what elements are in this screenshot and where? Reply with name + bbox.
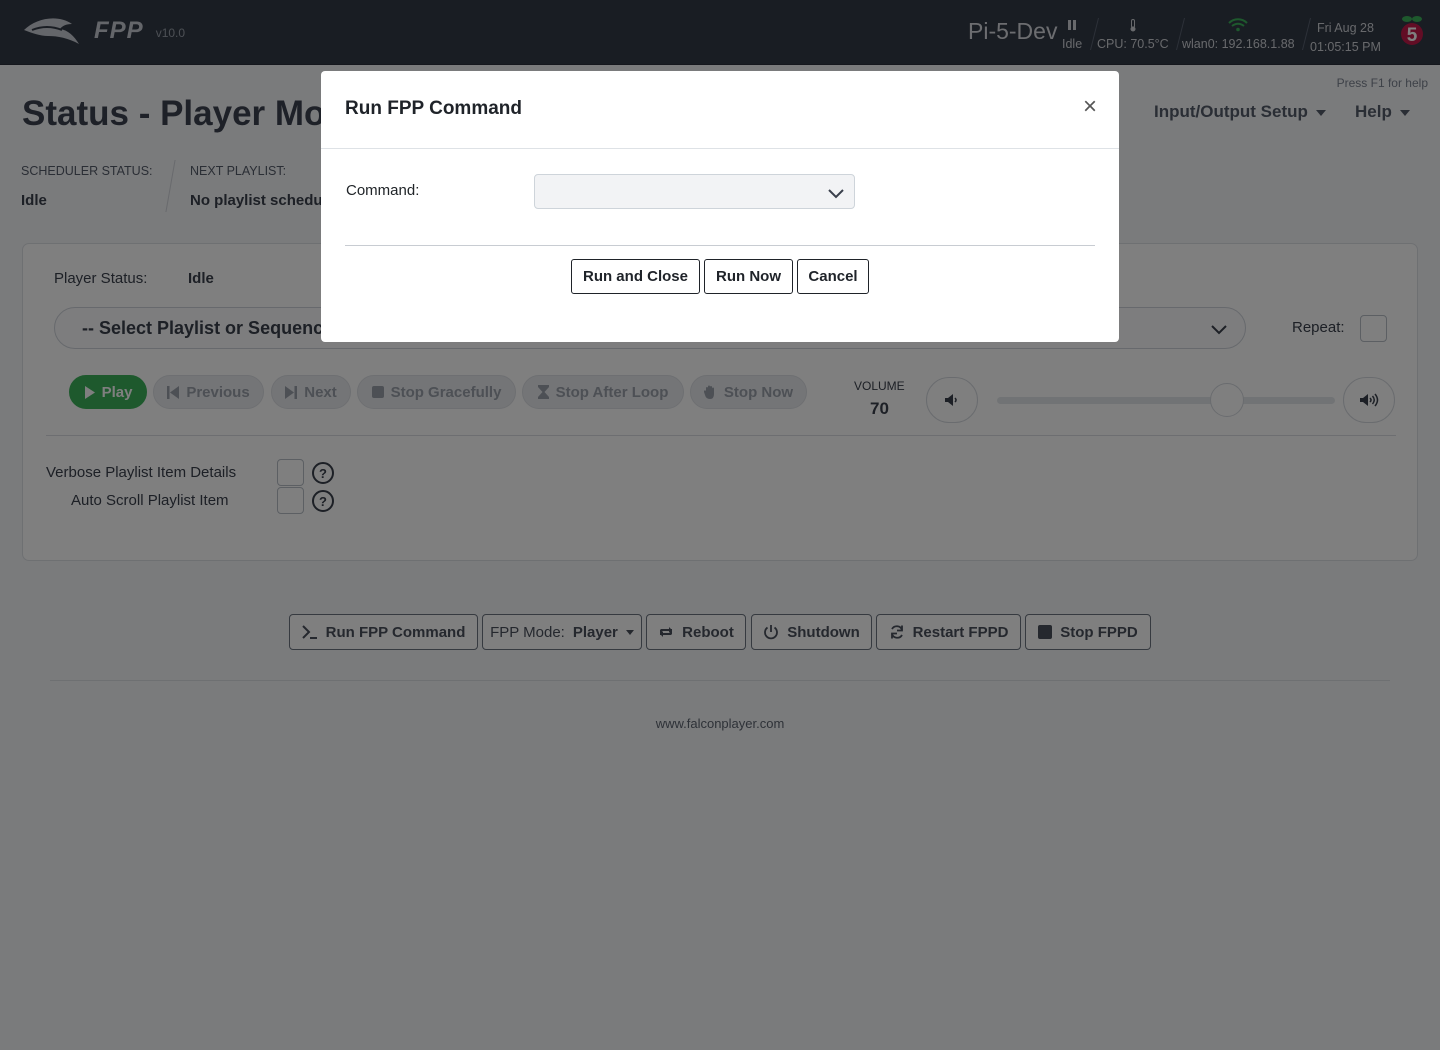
chevron-down-icon xyxy=(828,186,844,204)
dialog-header-divider xyxy=(321,148,1119,149)
close-icon[interactable]: × xyxy=(1083,95,1097,119)
run-and-close-button[interactable]: Run and Close xyxy=(571,259,700,294)
dialog-divider xyxy=(345,245,1095,246)
run-fpp-command-dialog: Run FPP Command × Command: Run and Close… xyxy=(321,71,1119,342)
dialog-title: Run FPP Command xyxy=(345,98,522,119)
run-now-button[interactable]: Run Now xyxy=(704,259,793,294)
command-select[interactable] xyxy=(534,174,855,209)
command-label: Command: xyxy=(346,182,420,199)
cancel-button[interactable]: Cancel xyxy=(797,259,869,294)
